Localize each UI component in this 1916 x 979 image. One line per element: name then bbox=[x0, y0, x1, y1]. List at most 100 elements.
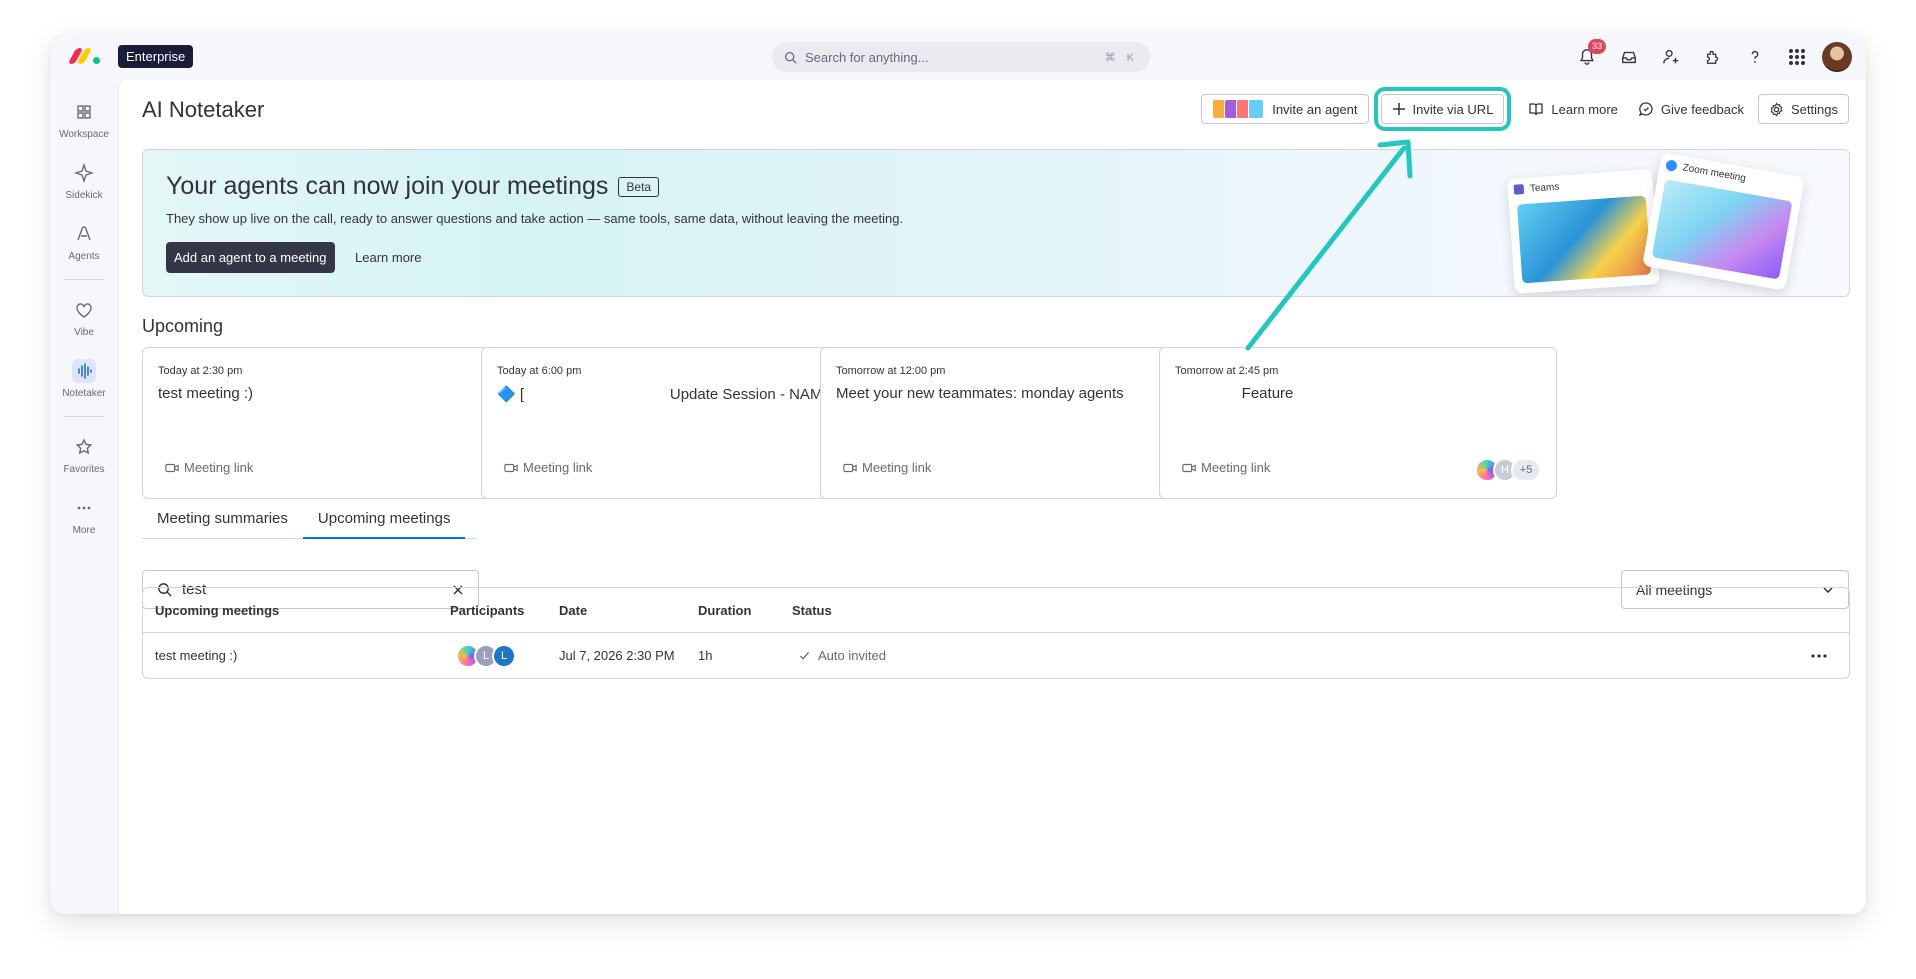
monday-logo[interactable] bbox=[67, 48, 100, 64]
search-shortcut: ⌘ K bbox=[1104, 51, 1138, 64]
invite-members-button[interactable] bbox=[1650, 34, 1692, 80]
invite-agent-button[interactable]: Invite an agent bbox=[1201, 94, 1369, 124]
agents-icon bbox=[77, 226, 91, 241]
meeting-duration: 1h bbox=[698, 648, 713, 663]
inbox-button[interactable] bbox=[1608, 34, 1650, 80]
meeting-name[interactable]: test meeting :) bbox=[155, 633, 237, 678]
check-icon bbox=[799, 651, 810, 660]
meeting-link[interactable]: Meeting link bbox=[504, 460, 592, 475]
meeting-link-label: Meeting link bbox=[862, 460, 932, 475]
teams-card: Teams bbox=[1507, 169, 1660, 294]
sidebar-divider bbox=[64, 416, 104, 417]
avatar: L bbox=[492, 643, 516, 668]
sidebar-item-notetaker[interactable]: Notetaker bbox=[50, 359, 118, 399]
meeting-link[interactable]: Meeting link bbox=[165, 460, 253, 475]
plus-icon bbox=[1392, 103, 1405, 115]
zoom-card-label: Zoom meeting bbox=[1681, 162, 1747, 185]
col-header-meetings[interactable]: Upcoming meetings bbox=[155, 588, 279, 633]
app-grid-button[interactable] bbox=[1776, 34, 1818, 80]
zoom-scene bbox=[1651, 179, 1793, 280]
sidebar-item-label: Vibe bbox=[74, 327, 94, 338]
user-avatar[interactable] bbox=[1822, 42, 1852, 72]
meeting-link[interactable]: Meeting link bbox=[843, 460, 931, 475]
upcoming-title: Upcoming bbox=[142, 316, 224, 336]
banner-title-text: Your agents can now join your meetings bbox=[166, 172, 609, 200]
col-header-date[interactable]: Date bbox=[559, 588, 587, 633]
apps-icon bbox=[1706, 50, 1719, 64]
banner-subtitle: They show up live on the call, ready to … bbox=[166, 211, 904, 226]
video-icon bbox=[504, 463, 518, 472]
teams-scene bbox=[1516, 195, 1652, 284]
sidebar-item-label: Favorites bbox=[63, 464, 105, 475]
invite-via-url-button[interactable]: Invite via URL bbox=[1373, 87, 1512, 131]
sidebar-item-agents[interactable]: Agents bbox=[50, 222, 118, 262]
workspace-icon bbox=[77, 105, 91, 119]
col-header-status[interactable]: Status bbox=[792, 588, 832, 633]
teams-card-label: Teams bbox=[1529, 181, 1560, 195]
app-grid-icon bbox=[1789, 49, 1805, 65]
invite-via-url-label: Invite via URL bbox=[1412, 101, 1494, 117]
star-icon bbox=[75, 438, 93, 455]
notification-count: 33 bbox=[1588, 39, 1607, 54]
teams-icon bbox=[1513, 184, 1525, 196]
sidebar-item-favorites[interactable]: Favorites bbox=[50, 435, 118, 475]
agent-avatars bbox=[1212, 99, 1265, 119]
col-header-participants[interactable]: Participants bbox=[450, 588, 524, 633]
give-feedback-label: Give feedback bbox=[1660, 101, 1745, 117]
meeting-time: Today at 6:00 pm bbox=[497, 365, 582, 377]
plan-badge: Enterprise bbox=[118, 45, 194, 68]
tab-meeting-summaries[interactable]: Meeting summaries bbox=[142, 499, 303, 539]
apps-button[interactable] bbox=[1692, 34, 1734, 80]
meeting-title: Feature bbox=[1175, 385, 1294, 402]
give-feedback-button[interactable]: Give feedback bbox=[1628, 94, 1754, 124]
tab-upcoming-meetings[interactable]: Upcoming meetings bbox=[302, 499, 466, 539]
sidebar-item-more[interactable]: More bbox=[50, 496, 118, 536]
meeting-title: test meeting :) bbox=[158, 385, 254, 402]
view-tabs: Meeting summaries Upcoming meetings bbox=[142, 499, 477, 539]
meeting-link-label: Meeting link bbox=[1201, 460, 1271, 475]
status-label: Auto invited bbox=[818, 648, 886, 663]
banner-learn-more-link[interactable]: Learn more bbox=[355, 242, 421, 273]
notifications-button[interactable]: 33 bbox=[1566, 34, 1608, 80]
add-agent-to-meeting-button[interactable]: Add an agent to a meeting bbox=[166, 242, 335, 273]
sidebar-item-workspace[interactable]: Workspace bbox=[50, 100, 118, 140]
sidebar-item-label: More bbox=[72, 525, 96, 536]
settings-button[interactable]: Settings bbox=[1758, 94, 1849, 124]
search-bar[interactable]: Search for anything... ⌘ K bbox=[772, 42, 1150, 72]
feedback-icon bbox=[1638, 102, 1653, 117]
sidebar-item-label: Sidekick bbox=[65, 190, 103, 201]
sidebar-divider bbox=[64, 279, 104, 280]
meeting-date: Jul 7, 2026 2:30 PM bbox=[559, 648, 675, 663]
promo-banner: Your agents can now join your meetings B… bbox=[142, 149, 1850, 297]
gear-icon bbox=[1770, 101, 1783, 117]
banner-illustration: Teams Zoom meeting bbox=[1501, 152, 1805, 294]
more-icon bbox=[77, 506, 91, 510]
zoom-card: Zoom meeting bbox=[1642, 152, 1805, 291]
meeting-card[interactable]: Tomorrow at 2:45 pm Feature Meeting link… bbox=[1159, 347, 1557, 499]
learn-more-button[interactable]: Learn more bbox=[1518, 94, 1627, 124]
main-panel: AI Notetaker Invite an agent Invite via … bbox=[118, 80, 1866, 914]
upcoming-meetings-table: Upcoming meetings Participants Date Dura… bbox=[142, 587, 1850, 679]
meeting-time: Tomorrow at 2:45 pm bbox=[1175, 365, 1279, 377]
top-bar: Enterprise Search for anything... ⌘ K 33 bbox=[50, 34, 1866, 80]
sidebar-item-sidekick[interactable]: Sidekick bbox=[50, 161, 118, 201]
sidebar-item-vibe[interactable]: Vibe bbox=[50, 298, 118, 338]
search-placeholder: Search for anything... bbox=[805, 49, 929, 65]
meeting-status: Auto invited bbox=[799, 633, 886, 678]
vibe-icon bbox=[76, 303, 92, 318]
invite-members-icon bbox=[1663, 49, 1679, 64]
row-more-actions-button[interactable] bbox=[1811, 645, 1827, 663]
invite-agent-label: Invite an agent bbox=[1272, 101, 1358, 117]
learn-more-label: Learn more bbox=[1551, 101, 1618, 117]
col-header-duration[interactable]: Duration bbox=[698, 588, 751, 633]
page-title: AI Notetaker bbox=[142, 97, 265, 122]
table-row[interactable]: test meeting :) L L Jul 7, 2026 2:30 PM … bbox=[143, 633, 1849, 678]
more-participants-count[interactable]: +5 bbox=[1511, 458, 1541, 482]
meeting-title: Meet your new teammates: monday agents bbox=[836, 385, 1124, 402]
help-button[interactable] bbox=[1734, 34, 1776, 80]
more-icon bbox=[1811, 654, 1827, 658]
search-icon bbox=[784, 51, 797, 64]
meeting-link[interactable]: Meeting link bbox=[1182, 460, 1270, 475]
app-window: Enterprise Search for anything... ⌘ K 33 bbox=[50, 34, 1866, 914]
meeting-link-label: Meeting link bbox=[184, 460, 254, 475]
